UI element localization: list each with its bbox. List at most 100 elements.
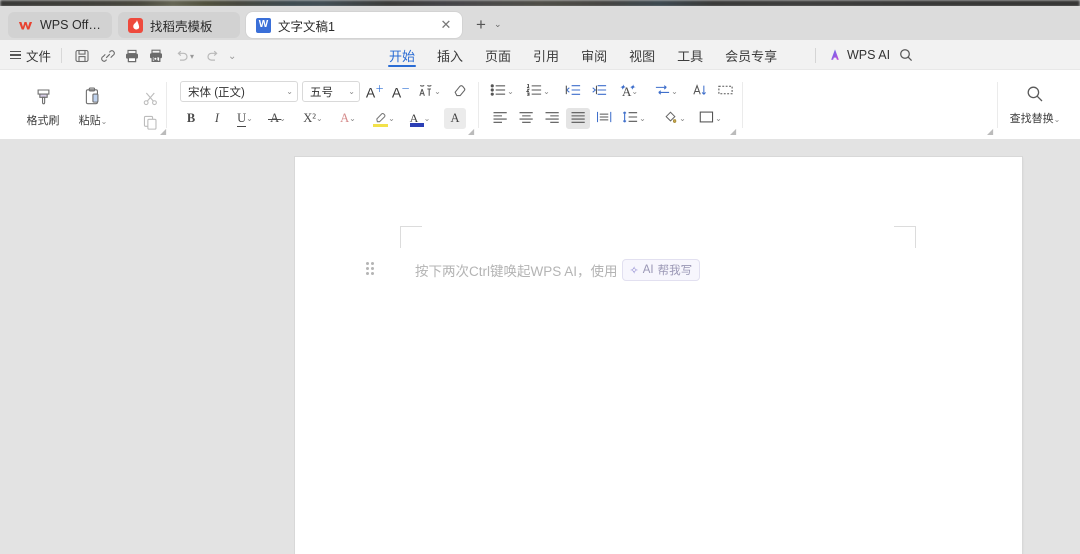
bold-button[interactable]: B (180, 108, 202, 129)
wps-ai-button[interactable]: WPS AI (828, 40, 890, 70)
tab-active-document[interactable]: W 文字文稿1 ✕ (246, 12, 462, 38)
grow-font-icon: A＋ (365, 84, 385, 101)
superscript-label: X² (303, 111, 317, 125)
tab-label: 找稻壳模板 (150, 19, 213, 34)
search-icon (1025, 84, 1045, 107)
strikethrough-button[interactable]: A ⌄ (264, 108, 292, 129)
shading-button[interactable]: ⌄ (660, 108, 688, 129)
styles-dialog-launcher[interactable]: ◢ (987, 127, 993, 136)
clipboard-dialog-launcher[interactable]: ◢ (160, 127, 166, 136)
decrease-indent-icon (565, 83, 582, 100)
align-right-button[interactable] (540, 108, 564, 129)
find-replace-label: 查找替换 (1009, 113, 1054, 125)
align-justify-button[interactable] (566, 108, 590, 129)
chevron-down-icon[interactable]: ▾ (190, 52, 194, 61)
placeholder-text: 按下两次Ctrl键唤起WPS AI，使用 (415, 264, 618, 279)
tab-member-exclusive[interactable]: 会员专享 (714, 40, 788, 70)
chevron-down-icon: ⌄ (639, 114, 646, 123)
shrink-font-button[interactable]: A－ (390, 81, 412, 102)
menu-bar: 文件 ▾ ⌄ 开始 插入 页面 引用 审阅 视图 工具 会员专享 WPS AI (0, 40, 1080, 70)
tab-label: 页面 (485, 48, 512, 64)
document-canvas[interactable]: 按下两次Ctrl键唤起WPS AI，使用 ✧ AI 帮我写 公众号 · 程序媛山… (0, 140, 1080, 554)
highlight-button[interactable]: ⌄ (370, 108, 398, 129)
bullet-list-button[interactable]: ⌄ (488, 81, 516, 102)
increase-indent-button[interactable] (588, 81, 610, 102)
clear-formatting-button[interactable] (448, 81, 470, 102)
font-family-combo[interactable]: 宋体 (正文) ⌄ (180, 81, 298, 102)
align-distributed-button[interactable] (592, 108, 616, 129)
divider (61, 48, 62, 63)
font-size-combo[interactable]: 五号 ⌄ (302, 81, 360, 102)
align-center-button[interactable] (514, 108, 538, 129)
sidebar-item-docer-template[interactable]: 找稻壳模板 (118, 12, 240, 38)
tab-insert[interactable]: 插入 (426, 40, 474, 70)
font-dialog-launcher[interactable]: ◢ (468, 127, 474, 136)
character-shading-button[interactable]: A (444, 108, 466, 129)
italic-button[interactable]: I (206, 108, 228, 129)
ribbon-toolbar: 格式刷 粘贴⌄ ◢ 宋体 (正文) ⌄ 五号 ⌄ A＋ A－ ⌄ B I U ⌄… (0, 70, 1080, 140)
ribbon-group-editing: 查找替换⌄ 选 (998, 70, 1080, 140)
tab-label: 审阅 (581, 48, 608, 64)
borders-button[interactable]: ⌄ (696, 108, 724, 129)
paste-button[interactable]: 粘贴⌄ (72, 84, 114, 128)
document-placeholder[interactable]: 按下两次Ctrl键唤起WPS AI，使用 ✧ AI 帮我写 (415, 259, 701, 281)
decrease-indent-button[interactable] (562, 81, 584, 102)
tab-tools[interactable]: 工具 (666, 40, 714, 70)
shading-icon (662, 110, 679, 128)
font-color-button[interactable]: A ⌄ (406, 108, 434, 129)
sidebar-item-wps-office[interactable]: WPS Office (8, 12, 112, 38)
numbered-list-button[interactable]: ⌄ (524, 81, 552, 102)
underline-button[interactable]: U ⌄ (232, 108, 258, 129)
pinyin-guide-button[interactable]: ⌄ (416, 81, 442, 102)
paste-label: 粘贴 (78, 115, 101, 127)
asian-layout-button[interactable]: A ✦ ✦ ⌄ (616, 81, 644, 102)
wps-ai-label: WPS AI (847, 48, 891, 62)
paragraph-spacing-button[interactable]: ⌄ (652, 81, 680, 102)
tab-start[interactable]: 开始 (378, 40, 426, 70)
superscript-button[interactable]: X² ⌄ (298, 108, 328, 129)
undo-icon[interactable] (172, 46, 191, 65)
pinyin-guide-icon (417, 82, 434, 102)
line-spacing-button[interactable]: ⌄ (620, 108, 648, 129)
copy-button[interactable] (140, 112, 160, 132)
tab-review[interactable]: 审阅 (570, 40, 618, 70)
close-icon[interactable]: ✕ (439, 18, 453, 32)
cloud-share-icon[interactable] (98, 46, 117, 65)
new-tab-button[interactable]: + (472, 16, 490, 33)
file-menu-button[interactable]: 文件 (10, 45, 51, 65)
format-painter-button[interactable]: 格式刷 (22, 84, 64, 128)
strikethrough-icon: A (268, 111, 282, 126)
chevron-down-icon: ⌄ (388, 114, 395, 123)
tab-reference[interactable]: 引用 (522, 40, 570, 70)
bullet-list-icon (490, 83, 507, 100)
align-left-button[interactable] (488, 108, 512, 129)
chevron-down-icon: ⌄ (246, 114, 253, 123)
clear-formatting-icon (451, 82, 468, 102)
increase-indent-icon (591, 83, 608, 100)
align-right-icon (544, 110, 561, 127)
document-page[interactable]: 按下两次Ctrl键唤起WPS AI，使用 ✧ AI 帮我写 (295, 157, 1022, 554)
chevron-down-icon[interactable]: ⌄ (494, 20, 502, 29)
underline-label: U (237, 110, 247, 127)
align-left-icon (492, 110, 509, 127)
print-preview-icon[interactable] (146, 46, 165, 65)
redo-icon[interactable] (203, 46, 222, 65)
find-replace-button[interactable]: 查找替换⌄ (1004, 84, 1066, 126)
tab-page[interactable]: 页面 (474, 40, 522, 70)
ai-write-for-me-button[interactable]: ✧ AI 帮我写 (621, 259, 701, 281)
wps-logo-icon (18, 18, 33, 33)
paragraph-dialog-launcher[interactable]: ◢ (730, 127, 736, 136)
format-painter-icon (31, 84, 56, 110)
paragraph-drag-handle[interactable] (366, 262, 375, 275)
tab-view[interactable]: 视图 (618, 40, 666, 70)
sort-button[interactable] (688, 81, 710, 102)
save-icon[interactable] (72, 46, 91, 65)
cut-button[interactable] (140, 88, 160, 108)
text-effects-button[interactable]: A ⌄ (334, 108, 362, 129)
show-formatting-marks-button[interactable] (714, 81, 736, 102)
grow-font-button[interactable]: A＋ (364, 81, 386, 102)
ribbon-group-styles: 正文 标题 1 ▲ ▼ ▾ 样 (745, 70, 998, 140)
quick-access-more-icon[interactable]: ⌄ (228, 51, 236, 62)
search-icon[interactable] (898, 47, 914, 63)
print-icon[interactable] (122, 46, 141, 65)
